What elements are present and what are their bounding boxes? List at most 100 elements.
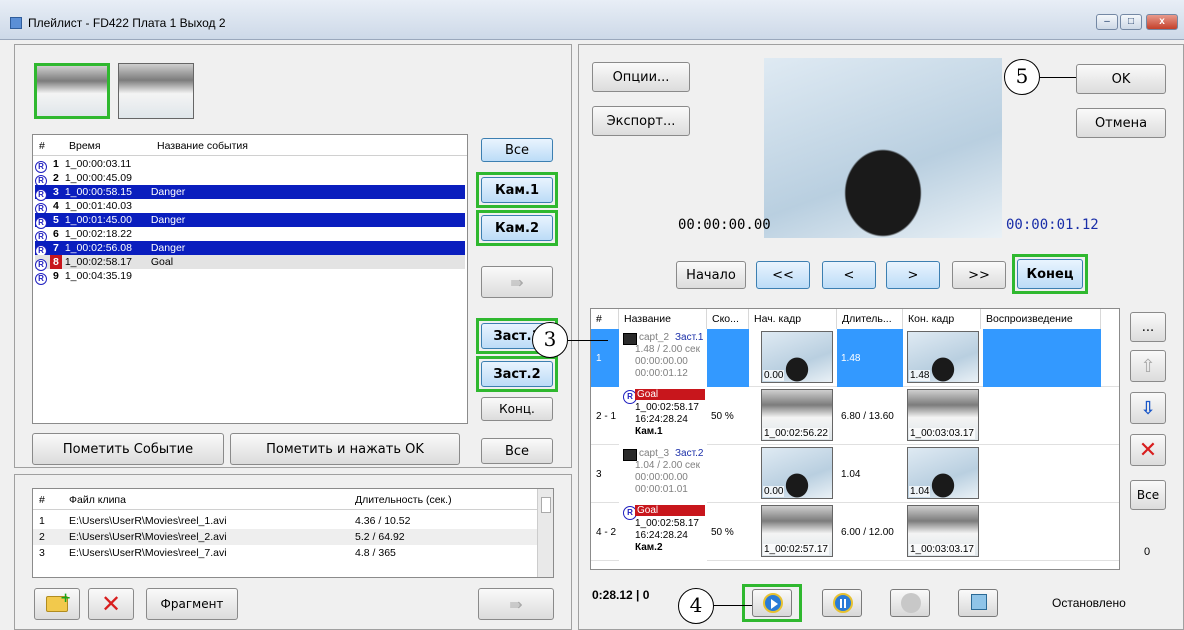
add-to-playlist-button[interactable]: ⇛ bbox=[481, 266, 553, 298]
play-button[interactable] bbox=[752, 589, 792, 617]
prev-frame-button[interactable]: < bbox=[822, 261, 876, 289]
delete-clip-button[interactable]: ✕ bbox=[88, 588, 134, 620]
mark-and-ok-button[interactable]: Пометить и нажать OK bbox=[230, 433, 460, 465]
events-col-name: Название события bbox=[157, 140, 248, 152]
event-row[interactable]: R 5 1_00:01:45.00 Danger bbox=[35, 213, 465, 229]
select-all-button[interactable]: Все bbox=[1130, 480, 1166, 510]
stop-button[interactable] bbox=[890, 589, 930, 617]
event-name: Danger bbox=[150, 186, 186, 198]
cam1-button[interactable]: Кам.1 bbox=[481, 177, 553, 203]
camera-2-thumbnail[interactable] bbox=[118, 63, 194, 119]
clips-scrollbar[interactable] bbox=[537, 489, 553, 577]
camera-1-thumbnail[interactable] bbox=[34, 63, 110, 119]
event-index: 7 bbox=[53, 242, 59, 254]
pl-index: 1 bbox=[596, 353, 602, 364]
maximize-button[interactable]: □ bbox=[1120, 14, 1142, 30]
registered-icon: R bbox=[35, 273, 47, 285]
fast-forward-button[interactable]: >> bbox=[952, 261, 1006, 289]
rewind-button[interactable]: << bbox=[756, 261, 810, 289]
pl-playback-cell bbox=[983, 387, 1101, 445]
pl-line2: 1.48 / 2.00 сек bbox=[635, 344, 700, 355]
event-row[interactable]: R 3 1_00:00:58.15 Danger bbox=[35, 185, 465, 201]
event-time: 1_00:01:45.00 bbox=[64, 214, 132, 226]
close-button[interactable]: x bbox=[1146, 14, 1178, 30]
more-button[interactable]: ... bbox=[1130, 312, 1166, 342]
pl-line4: Кам.1 bbox=[635, 426, 663, 437]
event-time: 1_00:00:03.11 bbox=[64, 158, 132, 170]
event-row[interactable]: R 2 1_00:00:45.09 bbox=[35, 171, 465, 187]
move-up-button[interactable]: ⇧ bbox=[1130, 350, 1166, 382]
items-count: 0 bbox=[1144, 546, 1151, 558]
begin-button[interactable]: Начало bbox=[676, 261, 746, 289]
export-button[interactable]: Экспорт... bbox=[592, 106, 690, 136]
all-button-bottom[interactable]: Все bbox=[481, 438, 553, 464]
minimize-button[interactable]: – bbox=[1096, 14, 1118, 30]
event-index: 1 bbox=[53, 158, 59, 170]
clip-row[interactable]: 1 E:\Users\UserR\Movies\reel_1.avi 4.36 / … bbox=[33, 513, 537, 529]
cancel-button[interactable]: Отмена bbox=[1076, 108, 1166, 138]
pl-col-playback: Воспроизведение bbox=[981, 309, 1101, 329]
playlist-row[interactable]: 4 - 2 R Goal 1_00:02:58.17 16:24:28.24 Кам.2 5… bbox=[591, 503, 1119, 561]
pause-icon bbox=[833, 593, 853, 613]
event-row[interactable]: R 4 1_00:01:40.03 bbox=[35, 199, 465, 215]
pl-col-end: Кон. кадр bbox=[903, 309, 981, 329]
mark-event-button[interactable]: Пометить Событие bbox=[32, 433, 224, 465]
event-index: 4 bbox=[53, 200, 59, 212]
pl-line4: 00:00:01.01 bbox=[635, 484, 688, 495]
next-frame-button[interactable]: > bbox=[886, 261, 940, 289]
all-cameras-button[interactable]: Все bbox=[481, 138, 553, 162]
clip-file: E:\Users\UserR\Movies\reel_1.avi bbox=[69, 515, 227, 527]
clips-list[interactable]: # Файл клипа Длительность (сек.) 1 E:\Use… bbox=[32, 488, 554, 578]
pl-duration: 6.00 / 12.00 bbox=[841, 527, 894, 538]
event-row[interactable]: R 7 1_00:02:56.08 Danger bbox=[35, 241, 465, 257]
event-row[interactable]: R 8 1_00:02:58.17 Goal bbox=[35, 255, 465, 271]
clip-file: E:\Users\UserR\Movies\reel_7.avi bbox=[69, 547, 227, 559]
fragment-button[interactable]: Фрагмент bbox=[146, 588, 238, 620]
event-time: 1_00:00:58.15 bbox=[64, 186, 132, 198]
event-row[interactable]: R 6 1_00:02:18.22 bbox=[35, 227, 465, 243]
move-down-button[interactable]: ⇩ bbox=[1130, 392, 1166, 424]
pl-end-frame: 1_00:03:03.17 bbox=[909, 428, 975, 439]
event-time: 1_00:04:35.19 bbox=[64, 270, 132, 282]
preview-window-button[interactable] bbox=[958, 589, 998, 617]
clip-duration: 4.36 / 10.52 bbox=[355, 515, 411, 527]
pl-line4: Кам.2 bbox=[635, 542, 663, 553]
preview-image bbox=[764, 58, 1002, 238]
event-time: 1_00:02:58.17 bbox=[64, 256, 132, 268]
pl-event-label: Goal bbox=[635, 505, 705, 516]
open-clip-button[interactable]: + bbox=[34, 588, 80, 620]
pl-duration: 1.04 bbox=[841, 469, 861, 480]
playlist-row[interactable]: 1 capt_2 Заст.1 1.48 / 2.00 сек 00:00:00.00 0… bbox=[591, 329, 1119, 387]
event-index: 9 bbox=[53, 270, 59, 282]
event-index: 6 bbox=[53, 228, 59, 240]
playback-status: Остановлено bbox=[1052, 596, 1126, 610]
event-index: 3 bbox=[53, 186, 59, 198]
pause-button[interactable] bbox=[822, 589, 862, 617]
options-button[interactable]: Опции... bbox=[592, 62, 690, 92]
callout-5-line bbox=[1040, 77, 1076, 78]
events-list[interactable]: # Время Название события R 1 1_00:00:03.… bbox=[32, 134, 468, 424]
clip-row[interactable]: 2 E:\Users\UserR\Movies\reel_2.avi 5.2 / 6… bbox=[33, 529, 537, 545]
zast2-button[interactable]: Заст.2 bbox=[481, 361, 553, 387]
remove-item-button[interactable]: ✕ bbox=[1130, 434, 1166, 466]
event-row[interactable]: R 1 1_00:00:03.11 bbox=[35, 157, 465, 173]
preview-start-time: 00:00:00.00 bbox=[678, 217, 771, 233]
callout-3: 3 bbox=[532, 322, 568, 358]
playlist-row[interactable]: 3 capt_3 Заст.2 1.04 / 2.00 сек 00:00:00.00 0… bbox=[591, 445, 1119, 503]
event-row[interactable]: R 9 1_00:04:35.19 bbox=[35, 269, 465, 285]
cam2-button[interactable]: Кам.2 bbox=[481, 215, 553, 241]
pl-line3: 16:24:28.24 bbox=[635, 414, 688, 425]
end-button[interactable]: Конец bbox=[1017, 259, 1083, 289]
ok-button[interactable]: OK bbox=[1076, 64, 1166, 94]
pl-playback-cell bbox=[983, 503, 1101, 561]
clip-duration: 5.2 / 64.92 bbox=[355, 531, 405, 543]
clip-row[interactable]: 3 E:\Users\UserR\Movies\reel_7.avi 4.8 / 3… bbox=[33, 545, 537, 561]
event-index: 8 bbox=[49, 255, 62, 269]
event-time: 1_00:01:40.03 bbox=[64, 200, 132, 212]
pl-speed: 50 % bbox=[711, 527, 734, 538]
add-clip-to-playlist-button[interactable]: ⇛ bbox=[478, 588, 554, 620]
pl-line2: 1_00:02:58.17 bbox=[635, 518, 699, 529]
playlist-row[interactable]: 2 - 1 R Goal 1_00:02:58.17 16:24:28.24 Кам.1 5… bbox=[591, 387, 1119, 445]
end-caption-button[interactable]: Конц. bbox=[481, 397, 553, 421]
playlist-grid[interactable]: # Название Ско... Нач. кадр Длитель... К… bbox=[590, 308, 1120, 570]
